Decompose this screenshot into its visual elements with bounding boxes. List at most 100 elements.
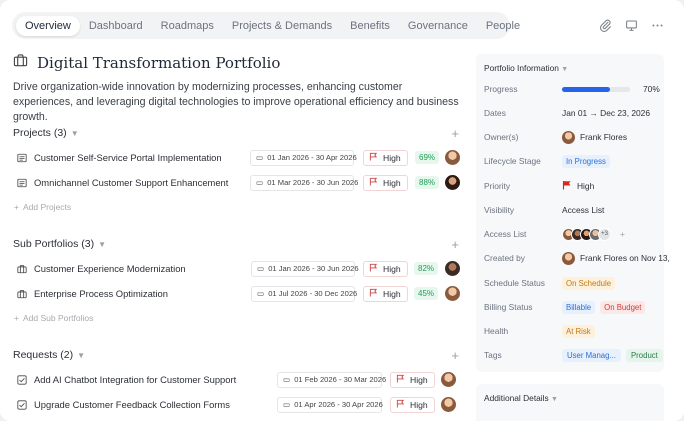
avatar[interactable] [441,372,456,387]
owner-value[interactable]: Frank Flores [580,132,627,142]
add-projects-link[interactable]: + Add Projects [14,198,463,216]
projects-section: Projects (3) ▼ + Customer Self-Service P… [13,126,463,216]
subportfolio-name[interactable]: Enterprise Process Optimization [34,288,168,299]
priority-value[interactable]: High [577,181,594,191]
health-row: Health At Risk [484,324,684,338]
additional-details-header[interactable]: Additional Details ▼ [484,393,558,403]
priority-text: High [383,152,401,163]
portfolio-info-header[interactable]: Portfolio Information ▼ [484,63,568,73]
tab-benefits[interactable]: Benefits [341,16,399,36]
priority-badge[interactable]: High [363,149,408,166]
visibility-label: Visibility [484,205,515,215]
progress-label: Progress [484,84,518,94]
subportfolios-header[interactable]: Sub Portfolios (3) ▼ + [13,237,463,252]
chevron-down-icon[interactable]: ▼ [561,66,568,73]
add-project-plus-icon[interactable]: + [451,126,459,141]
request-name[interactable]: Add AI Chatbot Integration for Customer … [34,374,236,385]
calendar-icon: ▭ [257,289,265,298]
project-row[interactable]: Omnichannel Customer Support Enhancement… [13,170,463,195]
priority-text: High [383,263,401,274]
priority-badge[interactable]: High [390,371,435,388]
tab-people[interactable]: People [477,16,529,36]
request-row[interactable]: Add AI Chatbot Integration for Customer … [13,367,463,392]
add-request-plus-icon[interactable]: + [451,348,459,363]
budget-chip[interactable]: On Budget [600,300,646,314]
priority-badge[interactable]: High [390,396,435,413]
requests-title: Requests (2) [13,349,74,361]
subportfolio-name[interactable]: Customer Experience Modernization [34,263,186,274]
project-name[interactable]: Omnichannel Customer Support Enhancement [34,177,228,188]
flag-icon [562,180,572,192]
flag-icon [369,152,378,163]
tab-roadmaps[interactable]: Roadmaps [152,16,223,36]
visibility-value[interactable]: Access List [562,205,604,215]
schedule-label: Schedule Status [484,278,545,288]
dates-value[interactable]: Jan 01 → Dec 23, 2026 [562,108,650,118]
top-actions [598,18,664,32]
add-access-icon[interactable]: + [620,229,625,239]
chevron-down-icon[interactable]: ▼ [77,351,85,360]
requests-header[interactable]: Requests (2) ▼ + [13,348,463,363]
briefcase-icon [17,289,27,298]
access-avatars[interactable]: +3 [562,227,611,241]
request-name[interactable]: Upgrade Customer Feedback Collection For… [34,399,230,410]
calendar-icon: ▭ [256,153,264,162]
more-icon[interactable] [650,18,664,32]
avatar[interactable] [445,175,460,190]
access-row: Access List +3 + [484,227,684,241]
subportfolio-row[interactable]: Customer Experience Modernization ▭ 01 Ja… [13,256,463,281]
tab-projects-demands[interactable]: Projects & Demands [223,16,341,36]
avatar[interactable] [441,397,456,412]
date-range-text: 01 Jan 2026 - 30 Apr 2026 [267,153,357,162]
avatar[interactable] [445,150,460,165]
date-range[interactable]: ▭ 01 Feb 2026 - 30 Mar 2026 [277,371,386,388]
progress-bar [562,86,630,92]
billing-chip[interactable]: Billable [562,300,596,314]
chevron-down-icon[interactable]: ▼ [71,129,79,138]
priority-text: High [410,374,428,385]
tab-dashboard[interactable]: Dashboard [80,16,152,36]
subportfolios-section: Sub Portfolios (3) ▼ + Customer Experien… [13,237,463,327]
priority-badge[interactable]: High [363,285,408,302]
lifecycle-chip[interactable]: In Progress [562,154,610,168]
avatar[interactable] [445,286,460,301]
health-chip[interactable]: At Risk [562,324,595,338]
lifecycle-row: Lifecycle Stage In Progress [484,154,684,168]
chevron-down-icon[interactable]: ▼ [551,396,558,403]
date-range[interactable]: ▭ 01 Apr 2026 - 30 Apr 2026 [277,396,383,413]
priority-badge[interactable]: High [363,174,408,191]
progress-value: 70% [643,84,660,94]
add-subportfolio-plus-icon[interactable]: + [451,237,459,252]
subportfolio-row[interactable]: Enterprise Process Optimization ▭ 01 Jul … [13,281,463,306]
projects-header[interactable]: Projects (3) ▼ + [13,126,463,141]
tab-governance[interactable]: Governance [399,16,477,36]
request-row[interactable]: Upgrade Customer Feedback Collection For… [13,392,463,417]
avatar[interactable] [445,261,460,276]
paperclip-icon[interactable] [598,18,612,32]
tab-bar: Overview Dashboard Roadmaps Projects & D… [12,12,520,39]
date-range[interactable]: ▭ 01 Jul 2026 - 30 Dec 2026 [251,285,357,302]
date-range[interactable]: ▭ 01 Jan 2026 - 30 Jun 2026 [251,260,359,277]
schedule-row: Schedule Status On Schedule [484,276,684,290]
add-subportfolios-label: Add Sub Portfolios [22,313,94,323]
project-name[interactable]: Customer Self-Service Portal Implementat… [34,152,222,163]
date-range[interactable]: ▭ 01 Jan 2026 - 30 Apr 2026 [250,149,357,166]
tab-overview[interactable]: Overview [16,15,80,36]
percent-badge: 45% [414,287,439,300]
lifecycle-label: Lifecycle Stage [484,156,541,166]
presentation-icon[interactable] [624,18,638,32]
plus-icon: + [14,313,19,323]
add-subportfolios-link[interactable]: + Add Sub Portfolios [14,309,463,327]
project-row[interactable]: Customer Self-Service Portal Implementat… [13,145,463,170]
tag-chip[interactable]: Product [625,348,663,362]
portfolio-info-panel: Portfolio Information ▼ Progress 70% Dat… [476,54,670,372]
date-range-text: 01 Feb 2026 - 30 Mar 2026 [294,375,387,384]
date-range[interactable]: ▭ 01 Mar 2026 - 30 Jun 2026 [250,174,358,191]
request-icon [17,374,27,385]
dates-row: Dates Jan 01 → Dec 23, 2026 [484,106,684,120]
chevron-down-icon[interactable]: ▼ [98,240,106,249]
priority-badge[interactable]: High [363,260,408,277]
date-range-text: 01 Apr 2026 - 30 Apr 2026 [294,400,383,409]
tag-chip[interactable]: User Manag... [562,348,621,362]
schedule-chip[interactable]: On Schedule [562,276,616,290]
